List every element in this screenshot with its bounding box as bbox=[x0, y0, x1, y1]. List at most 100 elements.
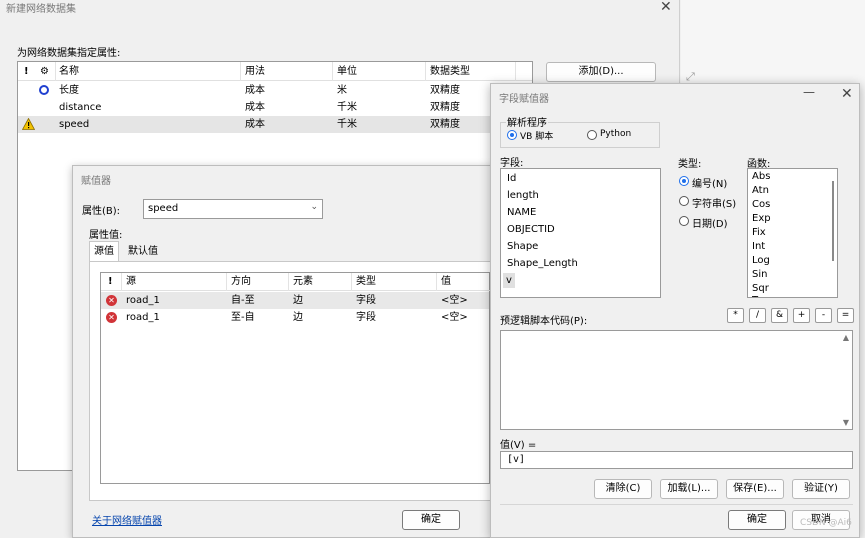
functions-list[interactable]: Abs Atn Cos Exp Fix Int Log Sin Sqr Tan bbox=[747, 168, 838, 298]
table-row[interactable]: 长度 成本 米 双精度 bbox=[18, 82, 532, 99]
col-source[interactable]: 源 bbox=[126, 273, 136, 290]
row-type: 字段 bbox=[356, 295, 376, 306]
evaluator-ok-button[interactable]: 确定 bbox=[402, 510, 460, 530]
attributes-header: ! ⚙ 名称 用法 单位 数据类型 bbox=[18, 62, 532, 81]
list-item[interactable]: Sqr bbox=[752, 283, 769, 294]
list-item[interactable]: length bbox=[507, 190, 539, 201]
field-calc-close-icon[interactable]: ✕ bbox=[841, 87, 853, 101]
verify-button[interactable]: 验证(Y) bbox=[792, 479, 850, 499]
value-expression-input[interactable]: [v] bbox=[500, 451, 853, 469]
table-row[interactable]: speed 成本 千米 双精度 bbox=[18, 116, 532, 133]
operator-plus-button[interactable]: + bbox=[793, 308, 810, 323]
col-direction[interactable]: 方向 bbox=[231, 273, 251, 290]
row-element: 边 bbox=[293, 295, 303, 306]
warning-icon bbox=[22, 118, 35, 130]
wizard-title: 新建网络数据集 bbox=[6, 4, 76, 15]
save-button[interactable]: 保存(E)... bbox=[726, 479, 784, 499]
fields-list[interactable]: Id length NAME OBJECTID Shape Shape_Leng… bbox=[500, 168, 661, 298]
col-warn[interactable]: ! bbox=[24, 63, 29, 80]
wizard-close-icon[interactable]: ✕ bbox=[660, 0, 672, 14]
row-value: <空> bbox=[441, 312, 468, 323]
add-attribute-button[interactable]: 添加(D)... bbox=[546, 62, 656, 82]
col-divider bbox=[288, 273, 289, 291]
parser-vbscript-radio[interactable] bbox=[507, 130, 517, 140]
clear-button[interactable]: 清除(C) bbox=[594, 479, 652, 499]
col-usage[interactable]: 用法 bbox=[245, 63, 265, 80]
row-usage: 成本 bbox=[245, 85, 265, 96]
type-date-radio[interactable] bbox=[679, 216, 689, 226]
list-item[interactable]: Fix bbox=[752, 227, 766, 238]
operator-multiply-button[interactable]: * bbox=[727, 308, 744, 323]
table-row[interactable]: ✕ road_1 至-自 边 字段 <空> bbox=[101, 309, 489, 326]
list-item[interactable]: Sin bbox=[752, 269, 767, 280]
tab-source[interactable]: 源值 bbox=[89, 241, 119, 261]
functions-scrollbar[interactable] bbox=[832, 181, 834, 261]
col-value[interactable]: 值 bbox=[441, 273, 451, 290]
row-unit: 米 bbox=[337, 85, 347, 96]
col-element[interactable]: 元素 bbox=[293, 273, 313, 290]
col-divider bbox=[425, 62, 426, 81]
operator-equals-button[interactable]: = bbox=[837, 308, 854, 323]
attr-values-label: 属性值: bbox=[89, 230, 123, 241]
list-item[interactable]: v bbox=[503, 273, 515, 288]
col-divider bbox=[436, 273, 437, 291]
tab-default[interactable]: 默认值 bbox=[123, 243, 163, 261]
col-name[interactable]: 名称 bbox=[59, 63, 79, 80]
list-item[interactable]: Atn bbox=[752, 185, 769, 196]
row-unit: 千米 bbox=[337, 119, 357, 130]
row-source: road_1 bbox=[126, 295, 160, 306]
type-string-radio[interactable] bbox=[679, 196, 689, 206]
row-source: road_1 bbox=[126, 312, 160, 323]
col-divider bbox=[351, 273, 352, 291]
values-table: ! 源 方向 元素 类型 值 ✕ road_1 自-至 边 字段 <空> ✕ r… bbox=[100, 272, 491, 484]
table-row[interactable]: ✕ road_1 自-至 边 字段 <空> bbox=[101, 292, 489, 309]
evaluator-title: 赋值器 bbox=[81, 176, 111, 187]
table-row[interactable]: distance 成本 千米 双精度 bbox=[18, 99, 532, 116]
parser-vbscript-label: VB 脚本 bbox=[520, 132, 554, 142]
attr-select-value: speed bbox=[148, 203, 179, 214]
operator-divide-button[interactable]: / bbox=[749, 308, 766, 323]
col-type[interactable]: 类型 bbox=[356, 273, 376, 290]
list-item[interactable]: Log bbox=[752, 255, 770, 266]
list-item[interactable]: NAME bbox=[507, 207, 536, 218]
col-divider bbox=[55, 62, 56, 81]
operator-minus-button[interactable]: - bbox=[815, 308, 832, 323]
col-unit[interactable]: 单位 bbox=[337, 63, 357, 80]
operator-concat-button[interactable]: & bbox=[771, 308, 788, 323]
type-date-label: 日期(D) bbox=[692, 219, 728, 230]
prelogic-code-input[interactable]: ▲ ▼ bbox=[500, 330, 853, 430]
minimize-icon[interactable]: — bbox=[803, 85, 815, 99]
col-status[interactable]: ! bbox=[108, 273, 113, 290]
row-value: <空> bbox=[441, 295, 468, 306]
value-expression-text: [v] bbox=[507, 454, 526, 465]
col-gear-icon[interactable]: ⚙ bbox=[40, 63, 49, 80]
list-item[interactable]: Abs bbox=[752, 171, 770, 182]
about-evaluator-link[interactable]: 关于网络赋值器 bbox=[92, 512, 162, 527]
load-button[interactable]: 加载(L)... bbox=[660, 479, 718, 499]
tab-default-label: 默认值 bbox=[128, 246, 158, 257]
list-item[interactable]: Int bbox=[752, 241, 765, 252]
attr-select[interactable]: speed ⌄ bbox=[143, 199, 323, 219]
row-usage: 成本 bbox=[245, 102, 265, 113]
list-item[interactable]: Id bbox=[507, 173, 516, 184]
type-number-label: 编号(N) bbox=[692, 179, 728, 190]
field-calc-ok-button[interactable]: 确定 bbox=[728, 510, 786, 530]
error-icon: ✕ bbox=[106, 295, 117, 306]
scroll-up-icon[interactable]: ▲ bbox=[843, 333, 849, 342]
watermark: CSDN @Ai6 bbox=[800, 518, 852, 528]
row-dtype: 双精度 bbox=[430, 119, 460, 130]
wizard-prompt: 为网络数据集指定属性: bbox=[17, 48, 121, 59]
list-item[interactable]: Cos bbox=[752, 199, 770, 210]
list-item[interactable]: Tan bbox=[752, 295, 769, 297]
scroll-down-icon[interactable]: ▼ bbox=[843, 418, 849, 427]
list-item[interactable]: OBJECTID bbox=[507, 224, 555, 235]
expand-icon: ⤢ bbox=[686, 70, 695, 83]
list-item[interactable]: Shape bbox=[507, 241, 538, 252]
values-header: ! 源 方向 元素 类型 值 bbox=[101, 273, 491, 291]
type-number-radio[interactable] bbox=[679, 176, 689, 186]
parser-python-radio[interactable] bbox=[587, 130, 597, 140]
list-item[interactable]: Exp bbox=[752, 213, 771, 224]
evaluator-dialog: 赋值器 属性(B): speed ⌄ 属性值: 源值 默认值 ! 源 方向 元素… bbox=[72, 165, 512, 538]
col-dtype[interactable]: 数据类型 bbox=[430, 63, 470, 80]
list-item[interactable]: Shape_Length bbox=[507, 258, 578, 269]
